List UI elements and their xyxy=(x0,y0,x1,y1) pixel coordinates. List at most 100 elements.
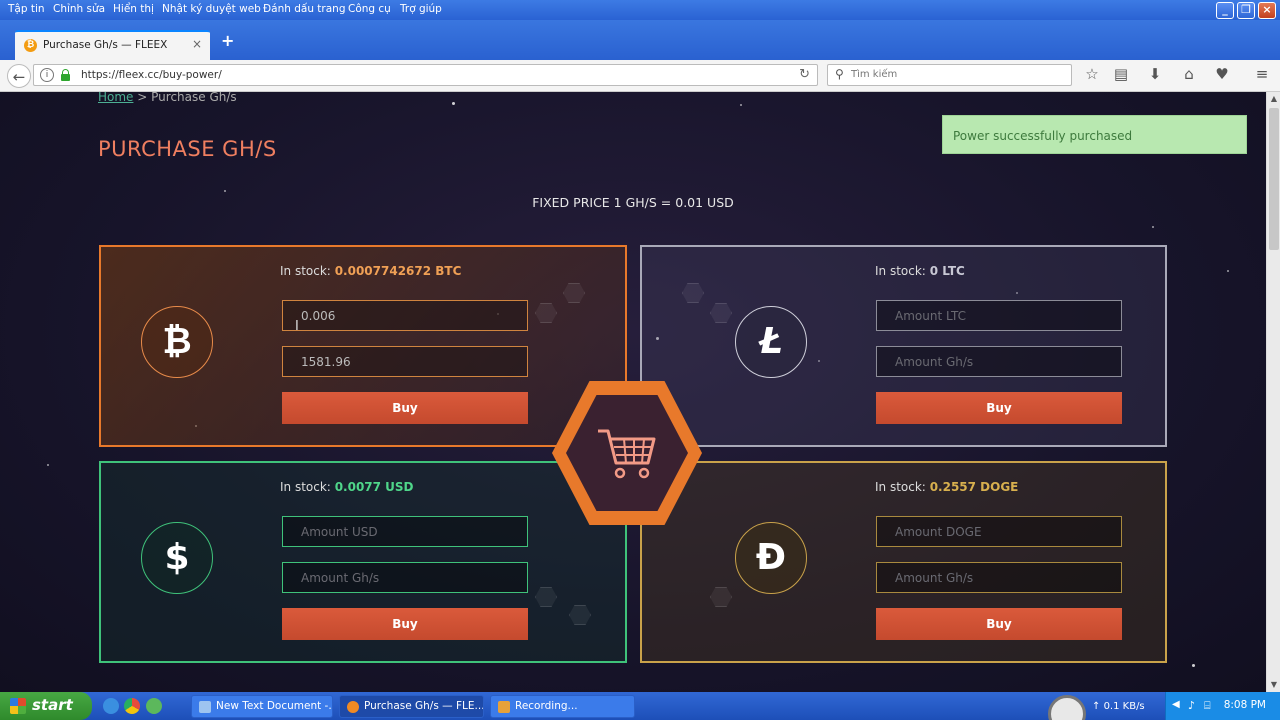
star-decoration xyxy=(47,464,49,466)
download-arrow-icon[interactable]: ⬇ xyxy=(1145,65,1165,83)
menu-history[interactable]: Nhật ký duyệt web xyxy=(162,3,261,15)
search-input[interactable]: ⚲ Tìm kiếm xyxy=(827,64,1072,86)
taskbar-item-label: New Text Document -... xyxy=(216,700,333,712)
star-decoration xyxy=(1227,270,1229,272)
hamburger-menu-icon[interactable]: ≡ xyxy=(1252,65,1272,83)
btc-card: ₿ In stock: 0.0007742672 BTC Buy xyxy=(99,245,627,447)
close-tab-icon[interactable]: × xyxy=(192,37,202,51)
doge-ghs-input[interactable] xyxy=(876,562,1122,593)
breadcrumb-separator: > xyxy=(137,92,148,104)
dollar-icon: $ xyxy=(141,522,213,594)
start-label: start xyxy=(32,696,73,714)
dogecoin-icon: Đ xyxy=(735,522,807,594)
usd-stock-value: 0.0077 USD xyxy=(334,480,414,494)
scrollbar-thumb[interactable] xyxy=(1269,108,1279,250)
pocket-icon[interactable]: ♥ xyxy=(1212,65,1232,83)
taskbar-item-firefox[interactable]: Purchase Gh/s — FLE... xyxy=(339,695,484,718)
network-speed-value: 0.1 KB/s xyxy=(1103,701,1145,712)
app-quicklaunch-icon[interactable] xyxy=(146,698,162,714)
search-placeholder: Tìm kiếm xyxy=(851,69,898,80)
btc-ghs-input[interactable] xyxy=(282,346,528,377)
doge-amount-input[interactable] xyxy=(876,516,1122,547)
menu-tools[interactable]: Công cụ xyxy=(348,3,391,15)
usd-amount-input[interactable] xyxy=(282,516,528,547)
page-title: PURCHASE GH/S xyxy=(98,137,277,161)
speaker-icon[interactable]: ♪ xyxy=(1188,699,1195,712)
start-button[interactable]: start xyxy=(0,692,92,720)
hexagon-decoration xyxy=(682,283,704,303)
shopping-cart-icon xyxy=(598,429,656,479)
breadcrumb-current: Purchase Gh/s xyxy=(151,92,237,104)
reading-list-icon[interactable]: ▤ xyxy=(1111,65,1131,83)
star-icon[interactable]: ☆ xyxy=(1082,65,1102,83)
menu-bookmarks[interactable]: Đánh dấu trang xyxy=(263,3,346,15)
reload-icon[interactable]: ↻ xyxy=(799,67,810,82)
address-bar[interactable]: i https://fleex.cc/buy-power/ ↻ xyxy=(33,64,818,86)
minimize-button[interactable]: _ xyxy=(1216,2,1234,19)
menu-edit[interactable]: Chỉnh sửa xyxy=(53,3,105,15)
breadcrumb-home-link[interactable]: Home xyxy=(98,92,133,104)
btc-buy-button[interactable]: Buy xyxy=(282,392,528,424)
hexagon-decoration xyxy=(710,303,732,323)
network-monitor: ↑ 0.1 KB/s xyxy=(1048,692,1158,720)
search-icon: ⚲ xyxy=(835,67,844,81)
fixed-price-text: FIXED PRICE 1 GH/S = 0.01 USD xyxy=(532,195,734,210)
windows-taskbar: start New Text Document -... Purchase Gh… xyxy=(0,692,1280,720)
menu-help[interactable]: Trợ giúp xyxy=(400,3,442,15)
home-icon[interactable]: ⌂ xyxy=(1179,65,1199,83)
tab-strip: ₿ Purchase Gh/s — FLEEX × + xyxy=(0,20,1280,60)
info-icon[interactable]: i xyxy=(40,68,54,82)
usd-card: $ In stock: 0.0077 USD Buy xyxy=(99,461,627,663)
usd-ghs-input[interactable] xyxy=(282,562,528,593)
usd-stock-label: In stock: xyxy=(280,480,331,494)
firefox-icon xyxy=(347,701,359,713)
bitcoin-icon: ₿ xyxy=(141,306,213,378)
ltc-amount-input[interactable] xyxy=(876,300,1122,331)
scroll-down-icon[interactable]: ▼ xyxy=(1267,678,1280,692)
chrome-quicklaunch-icon[interactable] xyxy=(124,698,140,714)
menu-view[interactable]: Hiển thị xyxy=(113,3,154,15)
taskbar-item-recording[interactable]: Recording... xyxy=(490,695,635,718)
new-tab-icon[interactable]: + xyxy=(221,31,234,50)
close-window-button[interactable]: × xyxy=(1258,2,1276,19)
taskbar-item-label: Purchase Gh/s — FLE... xyxy=(364,700,484,712)
ltc-buy-button[interactable]: Buy xyxy=(876,392,1122,424)
hexagon-decoration xyxy=(535,587,557,607)
usd-stock: In stock: 0.0077 USD xyxy=(280,480,414,494)
hexagon-decoration xyxy=(535,303,557,323)
ltc-card: Ł In stock: 0 LTC Buy xyxy=(640,245,1167,447)
tab-purchase-ghs[interactable]: ₿ Purchase Gh/s — FLEEX × xyxy=(15,30,210,60)
taskbar-item-notepad[interactable]: New Text Document -... xyxy=(191,695,333,718)
system-tray: ◀ ♪ ⌸ 8:08 PM xyxy=(1165,692,1280,720)
doge-buy-button[interactable]: Buy xyxy=(876,608,1122,640)
doge-card: Đ In stock: 0.2557 DOGE Buy xyxy=(640,461,1167,663)
page-content: Home > Purchase Gh/s PURCHASE GH/S FIXED… xyxy=(0,92,1266,692)
network-gauge-icon xyxy=(1048,695,1086,720)
hexagon-decoration xyxy=(710,587,732,607)
ltc-ghs-input[interactable] xyxy=(876,346,1122,377)
star-decoration xyxy=(740,104,742,106)
page-scrollbar[interactable]: ▲ ▼ xyxy=(1266,92,1280,692)
tray-expand-icon[interactable]: ◀ xyxy=(1172,699,1180,710)
success-toast[interactable]: Power successfully purchased xyxy=(942,115,1247,154)
maximize-button[interactable]: ❐ xyxy=(1237,2,1255,19)
taskbar-item-label: Recording... xyxy=(515,700,578,712)
network-icon[interactable]: ⌸ xyxy=(1204,699,1211,713)
menu-file[interactable]: Tập tin xyxy=(8,3,45,15)
usd-buy-button[interactable]: Buy xyxy=(282,608,528,640)
back-arrow-icon[interactable]: ← xyxy=(7,64,31,88)
btc-stock-value: 0.0007742672 BTC xyxy=(334,264,462,278)
ie-quicklaunch-icon[interactable] xyxy=(103,698,119,714)
tab-title: Purchase Gh/s — FLEEX xyxy=(43,39,168,51)
ltc-stock-label: In stock: xyxy=(875,264,926,278)
url-text[interactable]: https://fleex.cc/buy-power/ xyxy=(81,69,222,81)
btc-amount-input[interactable] xyxy=(282,300,528,331)
clock: 8:08 PM xyxy=(1223,699,1266,711)
doge-stock-value: 0.2557 DOGE xyxy=(929,480,1019,494)
scroll-up-icon[interactable]: ▲ xyxy=(1267,92,1280,106)
network-speed: ↑ 0.1 KB/s xyxy=(1092,701,1145,712)
star-decoration xyxy=(224,190,226,192)
litecoin-icon: Ł xyxy=(735,306,807,378)
text-cursor-icon: I xyxy=(295,319,299,334)
lock-icon xyxy=(61,69,70,81)
